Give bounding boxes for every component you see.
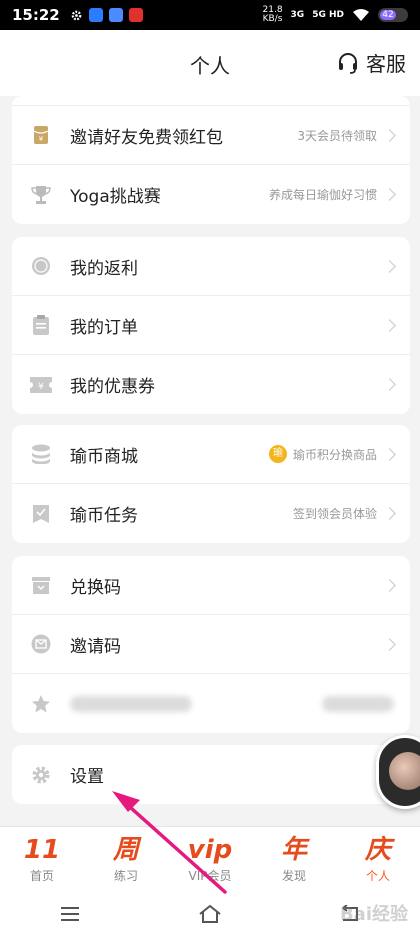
coin-card: 瑜币商城 瑜 瑜币积分换商品 瑜币任务 签到领会员体验 xyxy=(12,425,410,543)
row-label: 我的返利 xyxy=(70,258,138,279)
row-label: Yoga挑战赛 xyxy=(70,187,161,207)
headset-icon xyxy=(339,52,357,74)
tab-profile[interactable]: 庆个人 xyxy=(336,827,420,888)
signal-3g: 3G xyxy=(290,10,305,20)
app-notification-icon xyxy=(88,8,103,22)
invite-code-row[interactable]: 邀请码 xyxy=(12,615,410,674)
red-packet-icon: ¥ xyxy=(30,124,52,146)
gear-icon xyxy=(30,764,52,786)
star-icon xyxy=(30,693,52,715)
row-label: 设置 xyxy=(70,767,104,787)
invite-friends-row[interactable]: ¥ 邀请好友免费领红包 3天会员待领取 xyxy=(12,106,410,165)
profile-tab-icon: 庆 xyxy=(364,835,391,865)
settings-card: 设置 xyxy=(12,745,410,804)
promo-card: ¥ 邀请好友免费领红包 3天会员待领取 Yoga挑战赛 养成每日瑜伽好习惯 xyxy=(12,96,410,224)
row-label: 邀请码 xyxy=(70,636,121,657)
discover-tab-icon: 年 xyxy=(280,835,307,865)
codes-card: 兑换码 邀请码 xyxy=(12,556,410,733)
status-time: 15:22 xyxy=(12,6,60,24)
app-notification-icon xyxy=(108,8,123,22)
chevron-right-icon xyxy=(383,188,396,201)
coin-tasks-row[interactable]: 瑜币任务 签到领会员体验 xyxy=(12,484,410,543)
tab-label: 练习 xyxy=(113,869,138,883)
row-hint: 签到领会员体验 xyxy=(292,507,377,521)
yoga-challenge-row[interactable]: Yoga挑战赛 养成每日瑜伽好习惯 xyxy=(12,165,410,224)
battery-icon: 42 xyxy=(378,8,408,22)
row-label: 兑换码 xyxy=(70,577,121,598)
chevron-right-icon xyxy=(383,578,396,592)
orders-card: 我的返利 我的订单 ¥ 我的优惠券 xyxy=(12,237,410,414)
row-hint: 瑜币积分换商品 xyxy=(292,447,377,462)
redeem-code-row[interactable]: 兑换码 xyxy=(12,556,410,615)
bottom-tab-bar: 11 首页 周练习 vip VIP会员 年发现 庆个人 xyxy=(0,826,420,888)
avatar xyxy=(389,752,420,790)
vip-tab-icon: vip xyxy=(187,835,233,865)
row-hint: 3天会员待领取 xyxy=(297,128,377,143)
rebate-icon xyxy=(30,255,52,277)
coin-stack-icon xyxy=(30,443,52,465)
clipboard-icon xyxy=(30,314,52,336)
trophy-icon xyxy=(30,184,52,206)
tab-label: VIP会员 xyxy=(188,869,232,883)
chevron-right-icon xyxy=(383,637,396,651)
chevron-right-icon xyxy=(383,128,396,142)
tab-label: 个人 xyxy=(365,869,390,883)
wifi-icon xyxy=(353,9,369,21)
row-label: 我的优惠券 xyxy=(70,377,155,397)
invite-envelope-icon xyxy=(30,633,52,655)
network-speed: 21.8 KB/s xyxy=(262,5,283,24)
blurred-hint xyxy=(322,695,394,712)
chevron-right-icon xyxy=(383,259,396,273)
row-label: 邀请好友免费领红包 xyxy=(70,127,223,148)
row-hint: 养成每日瑜伽好习惯 xyxy=(268,188,377,202)
settings-row[interactable]: 设置 xyxy=(12,745,410,804)
practice-tab-icon: 周 xyxy=(112,835,139,865)
blurred-label xyxy=(70,695,192,712)
chevron-right-icon xyxy=(383,447,396,461)
svg-text:¥: ¥ xyxy=(38,382,44,392)
tab-vip[interactable]: vip VIP会员 xyxy=(168,827,252,888)
my-coupons-row[interactable]: ¥ 我的优惠券 xyxy=(12,355,410,414)
gift-box-icon xyxy=(30,574,52,596)
task-flag-icon xyxy=(30,503,52,525)
status-bar: 15:22 21.8 KB/s 3G 5G HD 42 xyxy=(0,0,420,30)
gear-icon xyxy=(71,10,82,20)
tab-label: 发现 xyxy=(281,869,306,883)
svg-text:¥: ¥ xyxy=(39,135,44,143)
row-label: 我的订单 xyxy=(70,317,138,338)
chevron-right-icon xyxy=(383,318,396,332)
tab-label: 首页 xyxy=(29,869,54,883)
blurred-row[interactable] xyxy=(12,674,410,733)
row-label: 瑜币商城 xyxy=(70,446,138,467)
tab-discover[interactable]: 年发现 xyxy=(252,827,336,888)
watermark: Bai经验 xyxy=(339,904,408,925)
my-rebate-row[interactable]: 我的返利 xyxy=(12,237,410,296)
coin-badge-icon: 瑜 xyxy=(268,445,287,463)
customer-service-button[interactable]: 客服 xyxy=(336,48,406,77)
service-label: 客服 xyxy=(366,52,406,76)
coupon-icon: ¥ xyxy=(30,374,52,396)
app-notification-icon xyxy=(128,8,143,22)
menu-icon[interactable] xyxy=(57,904,83,924)
tab-practice[interactable]: 周练习 xyxy=(84,827,168,888)
row-label: 瑜币任务 xyxy=(70,506,138,526)
chevron-right-icon xyxy=(383,507,396,520)
my-orders-row[interactable]: 我的订单 xyxy=(12,296,410,355)
chevron-right-icon xyxy=(383,378,396,391)
coin-mall-row[interactable]: 瑜币商城 瑜 瑜币积分换商品 xyxy=(12,425,410,484)
tab-home[interactable]: 11 首页 xyxy=(0,827,84,888)
floating-avatar-button[interactable] xyxy=(376,735,420,809)
page-header: 个人 客服 xyxy=(0,30,420,96)
signal-5g: 5G HD xyxy=(312,10,344,20)
home-tab-icon: 11 xyxy=(23,835,61,865)
home-icon[interactable] xyxy=(197,904,223,924)
